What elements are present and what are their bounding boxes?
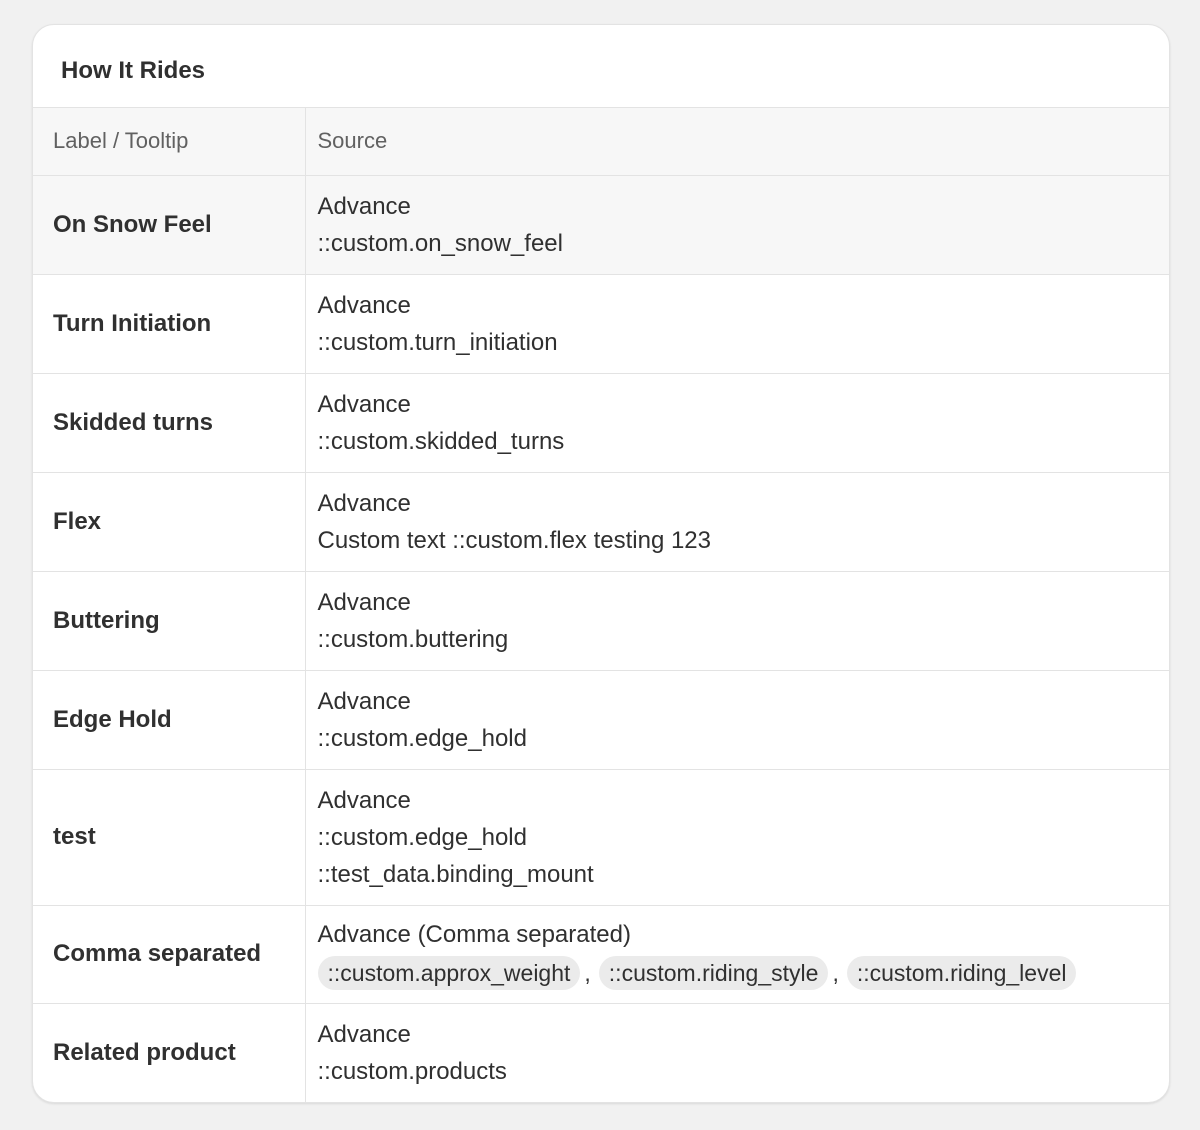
row-source: Advance (Comma separated) ::custom.appro…: [304, 905, 1169, 1004]
row-label: Edge Hold: [33, 670, 305, 770]
row-label: Related product: [53, 1038, 236, 1066]
row-source: Advance ::custom.edge_hold: [304, 670, 1169, 770]
row-source: Advance ::custom.on_snow_feel: [304, 175, 1169, 275]
row-label: Comma separated: [33, 905, 305, 1004]
row-source: Advance ::custom.edge_hold ::test_data.b…: [304, 769, 1169, 906]
source-line: Advance: [317, 192, 411, 220]
card-header: How It Rides: [33, 25, 1169, 108]
table-row[interactable]: On Snow Feel Advance ::custom.on_snow_fe…: [33, 175, 1169, 275]
source-line: Advance: [317, 291, 411, 319]
table-row[interactable]: Flex Advance Custom text ::custom.flex t…: [33, 472, 1169, 572]
row-label: Turn Initiation: [33, 274, 305, 374]
source-chip-list: ::custom.approx_weight,::custom.riding_s…: [317, 955, 1158, 990]
source-line: Custom text ::custom.flex testing 123: [317, 526, 712, 554]
source-line: ::test_data.binding_mount: [317, 860, 594, 888]
row-source: Advance ::custom.skidded_turns: [304, 373, 1169, 473]
source-chip[interactable]: ::custom.riding_level: [846, 955, 1077, 990]
how-it-rides-card: How It Rides Label / Tooltip Source On S…: [32, 24, 1170, 1103]
table-header-row: Label / Tooltip Source: [33, 108, 1169, 176]
source-chip[interactable]: ::custom.approx_weight: [317, 955, 581, 990]
source-line: Advance: [317, 1020, 411, 1048]
row-label: test: [33, 769, 305, 906]
source-line: ::custom.on_snow_feel: [317, 229, 563, 257]
mapping-table: Label / Tooltip Source On Snow Feel Adva…: [33, 108, 1169, 1102]
source-line: ::custom.turn_initiation: [317, 328, 558, 356]
source-line: ::custom.buttering: [317, 625, 509, 653]
table-row[interactable]: Comma separated Advance (Comma separated…: [33, 905, 1169, 1004]
row-source: Advance ::custom.turn_initiation: [304, 274, 1169, 374]
table-row[interactable]: Related product Advance ::custom.product…: [33, 1003, 1169, 1102]
table-row[interactable]: Edge Hold Advance ::custom.edge_hold: [33, 670, 1169, 770]
chip-separator: ,: [584, 959, 591, 986]
source-line: ::custom.edge_hold: [317, 823, 527, 851]
row-label: Skidded turns: [33, 373, 305, 473]
card-title: How It Rides: [61, 57, 206, 84]
table-row[interactable]: test Advance ::custom.edge_hold ::test_d…: [33, 769, 1169, 906]
row-label: Flex: [33, 472, 305, 572]
source-line: ::custom.skidded_turns: [317, 427, 565, 455]
source-line: Advance: [317, 687, 411, 715]
source-line: Advance (Comma separated): [317, 921, 631, 949]
row-source: Advance ::custom.products: [304, 1003, 1169, 1102]
source-line: Advance: [317, 786, 411, 814]
row-label: Buttering: [33, 571, 305, 671]
table-row[interactable]: Buttering Advance ::custom.buttering: [33, 571, 1169, 671]
source-line: Advance: [317, 489, 411, 517]
table-row[interactable]: Skidded turns Advance ::custom.skidded_t…: [33, 373, 1169, 473]
row-source: Advance Custom text ::custom.flex testin…: [304, 472, 1169, 572]
source-line: Advance: [317, 588, 411, 616]
row-label: On Snow Feel: [33, 175, 305, 275]
source-line: ::custom.products: [317, 1057, 507, 1085]
row-source: Advance ::custom.buttering: [304, 571, 1169, 671]
source-chip[interactable]: ::custom.riding_style: [598, 955, 829, 990]
chip-separator: ,: [832, 959, 839, 986]
source-line: Advance: [317, 390, 411, 418]
source-line: ::custom.edge_hold: [317, 724, 527, 752]
column-header-source: Source: [304, 108, 1169, 176]
column-header-label: Label / Tooltip: [33, 108, 305, 176]
table-row[interactable]: Turn Initiation Advance ::custom.turn_in…: [33, 274, 1169, 374]
